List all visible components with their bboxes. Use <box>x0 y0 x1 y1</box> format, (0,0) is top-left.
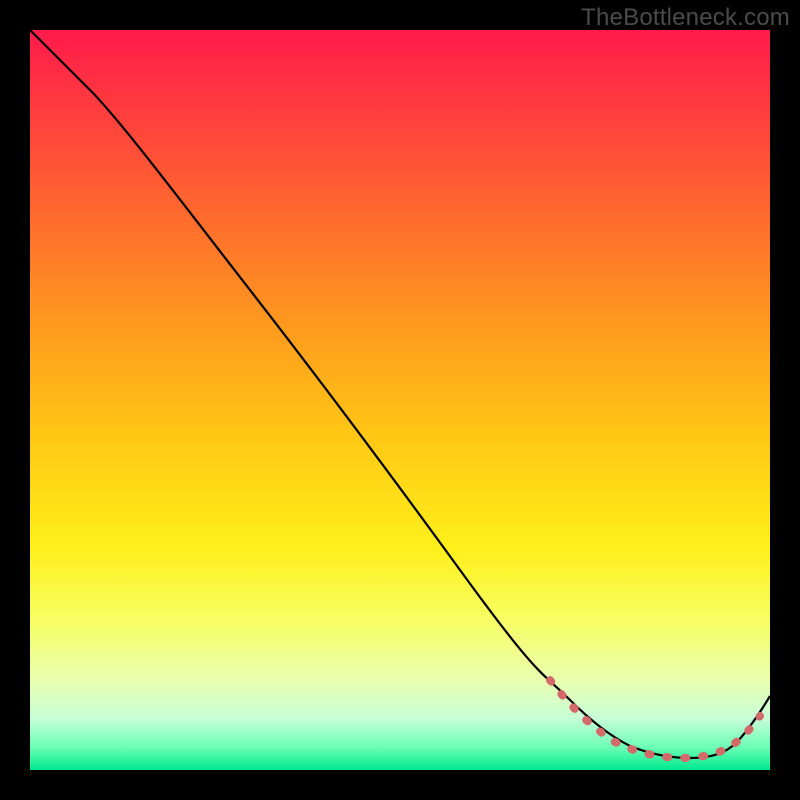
watermark-text: TheBottleneck.com <box>581 4 790 32</box>
plot-area <box>30 30 770 770</box>
highlight-dots <box>550 680 760 758</box>
chart-stage: TheBottleneck.com <box>0 0 800 800</box>
curve-svg <box>30 30 770 770</box>
bottleneck-curve <box>30 30 770 758</box>
